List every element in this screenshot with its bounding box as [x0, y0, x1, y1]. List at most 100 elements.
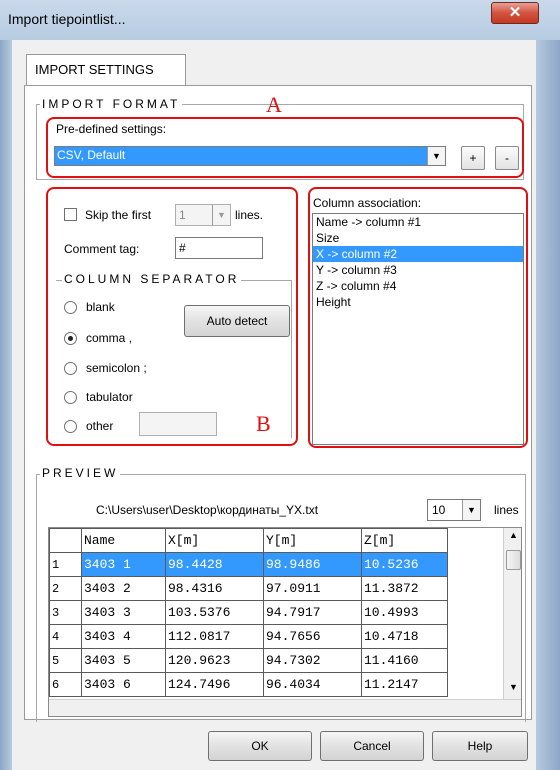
preview-lines-label: lines [494, 503, 519, 517]
row-number: 3 [49, 600, 82, 625]
preview-table-container: Name X[m] Y[m] Z[m] 1 3403 1 98.4428 98.… [48, 527, 522, 717]
table-cell: 3403 1 [81, 552, 166, 577]
table-cell: 11.3872 [361, 576, 448, 601]
table-cell: 96.4034 [263, 672, 362, 697]
tab-import-settings[interactable]: IMPORT SETTINGS [26, 54, 186, 86]
separator-comma-radio[interactable] [64, 332, 77, 345]
annotation-a: A [266, 92, 282, 117]
skip-suffix: lines. [235, 208, 264, 222]
scroll-down-icon[interactable]: ▼ [504, 682, 521, 692]
auto-detect-button[interactable]: Auto detect [184, 305, 290, 337]
list-item[interactable]: Y -> column #3 [313, 262, 523, 278]
comment-tag-input[interactable]: # [175, 237, 263, 259]
row-number: 5 [49, 648, 82, 673]
list-item[interactable]: Size [313, 230, 523, 246]
separator-tabulator-label: tabulator [86, 390, 133, 404]
table-cell: 103.5376 [165, 600, 264, 625]
column-association-label: Column association: [313, 196, 422, 210]
table-cell: 3403 5 [81, 648, 166, 673]
import-format-title: IMPORT FORMAT [40, 97, 183, 111]
row-number: 2 [49, 576, 82, 601]
separator-blank-radio[interactable] [64, 301, 77, 314]
remove-preset-button[interactable]: - [495, 146, 519, 170]
chevron-down-icon[interactable]: ▼ [212, 205, 230, 225]
preview-file-path: C:\Users\user\Desktop\кординаты_YX.txt [96, 503, 319, 517]
table-row[interactable]: 5 3403 5 120.9623 94.7302 11.4160 [49, 648, 448, 673]
help-button[interactable]: Help [432, 731, 528, 761]
table-cell: 94.7656 [263, 624, 362, 649]
table-cell: 98.4428 [165, 552, 264, 577]
table-row[interactable]: 2 3403 2 98.4316 97.0911 11.3872 [49, 576, 448, 601]
chevron-down-icon[interactable]: ▼ [427, 147, 445, 165]
row-number: 6 [49, 672, 82, 697]
table-cell: 10.4993 [361, 600, 448, 625]
add-preset-button[interactable]: + [461, 146, 485, 170]
table-row[interactable]: 6 3403 6 124.7496 96.4034 11.2147 [49, 672, 448, 697]
dialog-window: Import tiepointlist... ✕ IMPORT SETTINGS… [0, 0, 560, 770]
table-cell: 10.5236 [361, 552, 448, 577]
skip-label: Skip the first [85, 208, 152, 222]
column-separator-title: COLUMN SEPARATOR [62, 272, 242, 286]
predefined-settings-select[interactable]: CSV, Default ▼ [54, 146, 446, 166]
separator-semicolon-label: semicolon ; [86, 361, 147, 375]
predefined-settings-value: CSV, Default [55, 147, 427, 165]
column-header[interactable]: X[m] [165, 528, 264, 553]
table-cell: 3403 4 [81, 624, 166, 649]
table-cell: 10.4718 [361, 624, 448, 649]
separator-tabulator-radio[interactable] [64, 391, 77, 404]
table-header-row: Name X[m] Y[m] Z[m] [49, 528, 448, 553]
list-item[interactable]: Height [313, 294, 523, 310]
table-cell: 11.4160 [361, 648, 448, 673]
preview-lines-select[interactable]: 10 ▼ [427, 499, 481, 521]
table-cell: 11.2147 [361, 672, 448, 697]
predefined-label: Pre-defined settings: [56, 122, 167, 136]
chevron-down-icon[interactable]: ▼ [462, 500, 480, 520]
separator-other-input[interactable] [139, 412, 217, 436]
table-row[interactable]: 3 3403 3 103.5376 94.7917 10.4993 [49, 600, 448, 625]
column-association-list[interactable]: Name -> column #1 Size X -> column #2 Y … [312, 213, 524, 445]
close-icon: ✕ [508, 4, 522, 21]
scroll-up-icon[interactable]: ▲ [504, 530, 521, 540]
column-header[interactable]: Name [81, 528, 166, 553]
column-header [49, 528, 82, 553]
table-row[interactable]: 1 3403 1 98.4428 98.9486 10.5236 [49, 552, 448, 577]
ok-button[interactable]: OK [208, 731, 312, 761]
close-button[interactable]: ✕ [491, 2, 539, 24]
table-cell: 97.0911 [263, 576, 362, 601]
table-cell: 3403 3 [81, 600, 166, 625]
table-cell: 112.0817 [165, 624, 264, 649]
table-cell: 94.7302 [263, 648, 362, 673]
table-cell: 120.9623 [165, 648, 264, 673]
separator-blank-label: blank [86, 300, 115, 314]
skip-lines-value: 1 [179, 208, 186, 222]
separator-semicolon-radio[interactable] [64, 362, 77, 375]
table-cell: 3403 2 [81, 576, 166, 601]
table-cell: 98.4316 [165, 576, 264, 601]
preview-horizontal-scrollbar[interactable] [49, 699, 521, 716]
row-number: 4 [49, 624, 82, 649]
skip-lines-select[interactable]: 1 ▼ [175, 204, 231, 226]
preview-vertical-scrollbar[interactable]: ▲ ▼ [503, 528, 521, 699]
table-row[interactable]: 4 3403 4 112.0817 94.7656 10.4718 [49, 624, 448, 649]
comment-tag-label: Comment tag: [64, 242, 140, 256]
cancel-button[interactable]: Cancel [320, 731, 424, 761]
separator-comma-label: comma , [86, 331, 133, 345]
column-header[interactable]: Y[m] [263, 528, 362, 553]
table-cell: 3403 6 [81, 672, 166, 697]
title-bar[interactable]: Import tiepointlist... ✕ [0, 0, 560, 40]
window-title: Import tiepointlist... [8, 11, 126, 27]
preview-title: PREVIEW [40, 466, 121, 480]
list-item[interactable]: Name -> column #1 [313, 214, 523, 230]
preview-lines-value: 10 [432, 503, 446, 517]
table-cell: 94.7917 [263, 600, 362, 625]
table-cell: 124.7496 [165, 672, 264, 697]
separator-other-label: other [86, 419, 114, 433]
table-cell: 98.9486 [263, 552, 362, 577]
scroll-thumb[interactable] [506, 550, 521, 570]
preview-table: Name X[m] Y[m] Z[m] 1 3403 1 98.4428 98.… [49, 528, 448, 697]
column-header[interactable]: Z[m] [361, 528, 448, 553]
separator-other-radio[interactable] [64, 420, 77, 433]
skip-lines-checkbox[interactable] [64, 208, 77, 221]
list-item[interactable]: X -> column #2 [313, 246, 523, 262]
list-item[interactable]: Z -> column #4 [313, 278, 523, 294]
